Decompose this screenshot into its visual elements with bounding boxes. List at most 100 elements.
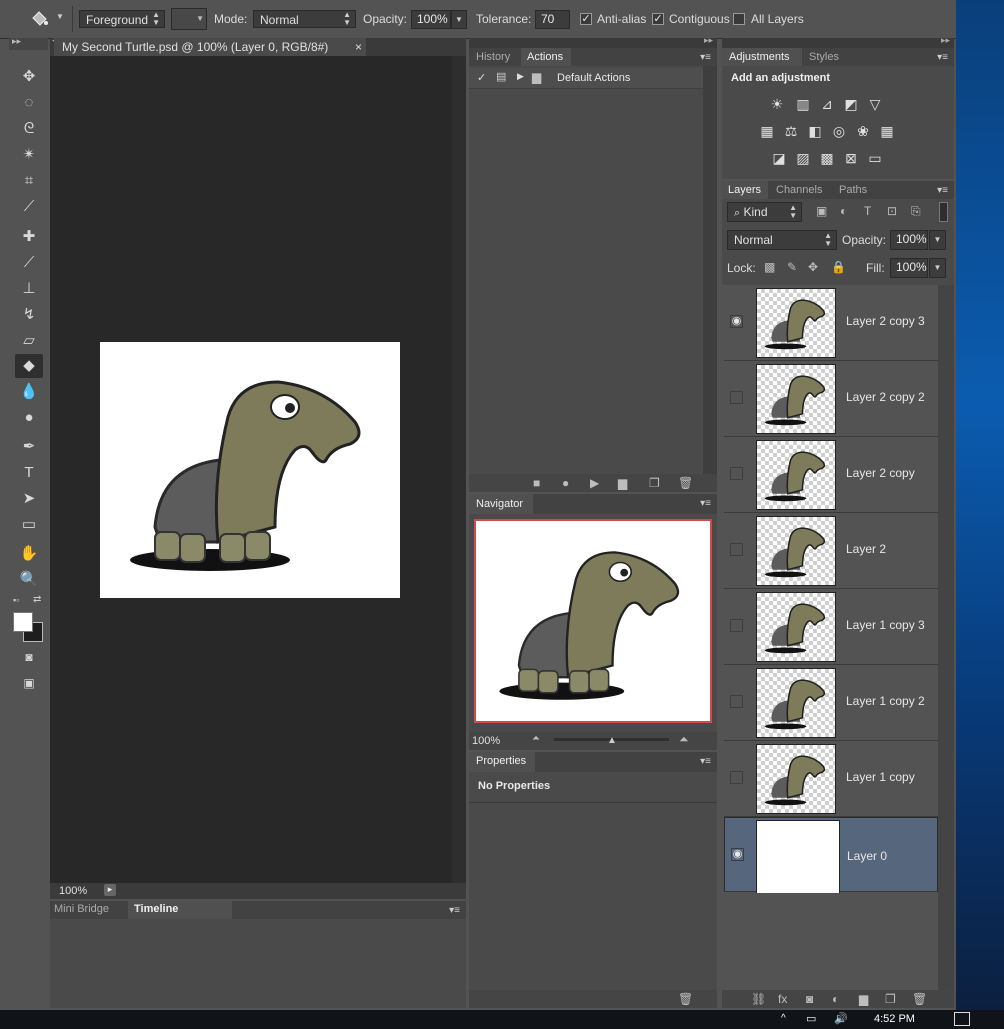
type-tool-icon[interactable]: T: [15, 461, 43, 485]
list-item[interactable]: ✓ ▤ ▶ ▆ Default Actions: [469, 68, 703, 89]
all-layers-checkbox[interactable]: [733, 13, 745, 25]
eye-icon[interactable]: ◉: [730, 315, 743, 328]
gradient-map-icon[interactable]: ▭: [866, 150, 884, 166]
dialog-toggle-icon[interactable]: ▤: [496, 70, 506, 83]
trash-icon[interactable]: 🗑: [912, 992, 927, 1006]
type-filter-icon[interactable]: T: [864, 204, 871, 218]
visibility-toggle[interactable]: [730, 467, 743, 480]
lock-transparency-icon[interactable]: ▩: [764, 260, 775, 274]
tolerance-input[interactable]: 70: [535, 10, 570, 29]
document-zoom[interactable]: 100%: [59, 885, 87, 897]
curves-icon[interactable]: ⊿: [818, 96, 836, 112]
expand-icon[interactable]: ▶: [517, 71, 524, 82]
black-white-icon[interactable]: ◧: [806, 123, 824, 139]
tab-layers[interactable]: Layers: [728, 184, 761, 196]
panel-menu-icon[interactable]: ▾≡: [700, 52, 711, 63]
tab-mini-bridge[interactable]: Mini Bridge: [54, 903, 109, 915]
layer-name[interactable]: Layer 1 copy 3: [846, 618, 925, 632]
record-icon[interactable]: ●: [562, 476, 569, 490]
invert-icon[interactable]: ◪: [770, 150, 788, 166]
exposure-icon[interactable]: ◩: [842, 96, 860, 112]
brightness-icon[interactable]: ☀: [768, 96, 786, 112]
photo-filter-icon[interactable]: ◎: [830, 123, 848, 139]
selective-color-icon[interactable]: ⊠: [842, 150, 860, 166]
marquee-tool-icon[interactable]: ◌: [15, 91, 43, 115]
tab-layers-bg[interactable]: Layers: [722, 181, 768, 199]
visibility-toggle[interactable]: [730, 543, 743, 556]
lasso-tool-icon[interactable]: ᘓ: [15, 117, 43, 141]
layer-row-layer-2-copy-2[interactable]: Layer 2 copy 2: [724, 361, 938, 437]
swap-colors-icon[interactable]: ⇄: [33, 594, 41, 605]
fill-input[interactable]: 100%: [890, 258, 928, 278]
history-brush-tool-icon[interactable]: ↯: [15, 303, 43, 327]
layer-thumbnail[interactable]: [756, 288, 836, 358]
paint-bucket-tool-icon[interactable]: ◆: [15, 354, 43, 378]
collapse-icon[interactable]: ▸▸: [12, 36, 21, 47]
smart-object-filter-icon[interactable]: ⎘: [911, 204, 921, 219]
vertical-scrollbar[interactable]: [703, 66, 717, 474]
add-mask-icon[interactable]: ◙: [806, 992, 813, 1006]
layer-name[interactable]: Layer 1 copy: [846, 770, 915, 784]
layer-row-layer-0[interactable]: ◉ Layer 0: [724, 817, 938, 894]
blend-mode-select[interactable]: Normal ▲ ▼: [727, 230, 837, 250]
blur-tool-icon[interactable]: 💧: [15, 380, 43, 404]
new-adjustment-icon[interactable]: ◐: [832, 992, 839, 1006]
volume-icon[interactable]: 🔊: [834, 1012, 848, 1025]
opacity-input[interactable]: 100%: [411, 10, 451, 29]
tool-preset-dropdown-icon[interactable]: ▼: [56, 12, 64, 21]
layer-row-layer-2-copy[interactable]: Layer 2 copy: [724, 437, 938, 513]
layer-row-layer-1-copy[interactable]: Layer 1 copy: [724, 741, 938, 817]
panel-menu-icon[interactable]: ▾≡: [700, 756, 711, 767]
collapse-icon[interactable]: ▸▸: [704, 35, 713, 46]
canvas[interactable]: [100, 342, 400, 598]
pixel-filter-icon[interactable]: ▣: [816, 204, 827, 218]
lock-position-icon[interactable]: ✥: [808, 260, 818, 274]
filter-kind-select[interactable]: ⌕ Kind ▲ ▼: [727, 202, 802, 222]
tab-navigator[interactable]: Navigator: [476, 498, 523, 510]
layer-thumbnail[interactable]: [756, 440, 836, 510]
toolbox-header[interactable]: ▸▸: [9, 36, 48, 50]
eraser-tool-icon[interactable]: ▱: [15, 329, 43, 353]
layer-row-layer-1-copy-2[interactable]: Layer 1 copy 2: [724, 665, 938, 741]
layer-name[interactable]: Layer 2: [846, 542, 886, 556]
zoom-tool-icon[interactable]: 🔍: [15, 568, 43, 592]
tab-actions-bg[interactable]: Actions: [521, 48, 571, 66]
healing-brush-tool-icon[interactable]: ✚: [15, 225, 43, 249]
layer-opacity-dropdown[interactable]: ▼: [929, 230, 946, 250]
network-icon[interactable]: ▭: [806, 1012, 816, 1025]
pen-tool-icon[interactable]: ✒: [15, 435, 43, 459]
eyedropper-tool-icon[interactable]: ⟋: [15, 195, 43, 219]
tab-timeline-bg[interactable]: Timeline: [128, 901, 232, 919]
tab-channels[interactable]: Channels: [776, 184, 822, 196]
screen-mode-icon[interactable]: ▣: [15, 671, 43, 695]
quick-mask-icon[interactable]: ◙: [15, 645, 43, 669]
layer-thumbnail[interactable]: [756, 820, 840, 894]
mode-select[interactable]: Normal ▲ ▼: [253, 10, 356, 28]
levels-icon[interactable]: ▥: [794, 96, 812, 112]
tab-paths[interactable]: Paths: [839, 184, 867, 196]
panel-menu-icon[interactable]: ▾≡: [937, 52, 948, 63]
layer-name[interactable]: Layer 2 copy 2: [846, 390, 925, 404]
channel-mixer-icon[interactable]: ❀: [854, 123, 872, 139]
navigator-preview[interactable]: [474, 519, 712, 723]
rectangle-tool-icon[interactable]: ▭: [15, 513, 43, 537]
tab-actions[interactable]: Actions: [527, 51, 563, 63]
check-icon[interactable]: ✓: [477, 71, 486, 84]
tab-adjustments[interactable]: Adjustments: [729, 51, 790, 63]
path-selection-tool-icon[interactable]: ➤: [15, 487, 43, 511]
vertical-scrollbar[interactable]: [938, 285, 954, 990]
panel-menu-icon[interactable]: ▾≡: [937, 185, 948, 196]
new-action-icon[interactable]: ❐: [649, 476, 660, 490]
stop-icon[interactable]: ■: [533, 476, 540, 490]
tab-history[interactable]: History: [476, 51, 510, 63]
tab-timeline[interactable]: Timeline: [134, 903, 178, 915]
foreground-color-swatch[interactable]: [13, 612, 33, 632]
default-colors-icon[interactable]: ▪▫: [13, 595, 19, 605]
layer-thumbnail[interactable]: [756, 592, 836, 662]
collapse-icon[interactable]: ▸▸: [941, 35, 950, 46]
adjustment-filter-icon[interactable]: ◐: [840, 204, 847, 218]
move-tool-icon[interactable]: ✥: [15, 65, 43, 89]
layer-row-layer-2-copy-3[interactable]: ◉ Layer 2 copy 3: [724, 285, 938, 361]
layer-thumbnail[interactable]: [756, 516, 836, 586]
layer-name[interactable]: Layer 0: [847, 847, 887, 865]
